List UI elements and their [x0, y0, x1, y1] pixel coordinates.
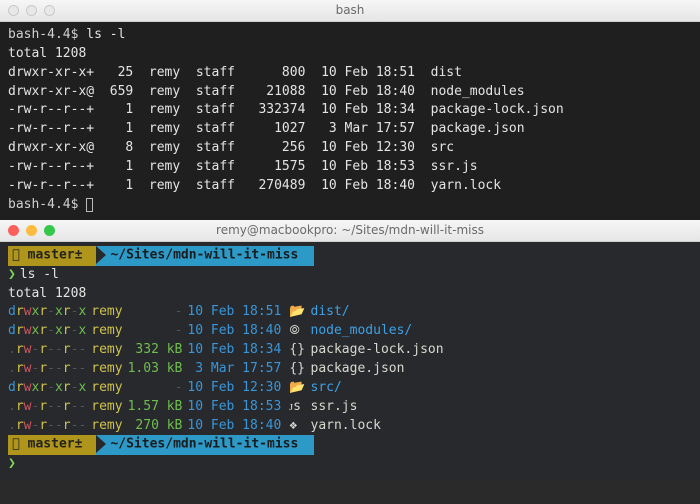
prompt-caret-icon: ❯ [8, 267, 20, 282]
titlebar-top: bash [0, 0, 700, 22]
cursor-icon [86, 198, 93, 212]
permissions: drwxr-xr-x [8, 303, 91, 322]
owner: remy [91, 379, 127, 398]
branch-icon:  [12, 248, 20, 263]
prompt-caret-line: ❯ [8, 455, 692, 474]
close-icon[interactable] [8, 5, 19, 16]
filename: node_modules/ [311, 322, 449, 341]
traffic-lights-bottom [8, 225, 55, 236]
list-row: .rw-r--r--remy 270 kB10 Feb 18:40❖yarn.l… [8, 417, 449, 436]
date: 10 Feb 18:40 [187, 322, 289, 341]
terminal-top[interactable]: bash-4.4$ ls -l total 1208 drwxr-xr-x+ 2… [0, 22, 700, 220]
prompt-line-top: bash-4.4$ ls -l [8, 26, 692, 45]
window-title-bottom: remy@macbookpro: ~/Sites/mdn-will-it-mis… [216, 222, 484, 239]
folder-open-icon: 📂 [289, 379, 310, 398]
prompt-caret-icon: ❯ [8, 456, 20, 471]
list-row: .rw-r--r--remy1.03 kB 3 Mar 17:57{}packa… [8, 360, 449, 379]
list-row: drwxr-xr-xremy-10 Feb 18:40⦾node_modules… [8, 322, 449, 341]
date: 10 Feb 18:40 [187, 417, 289, 436]
minimize-icon[interactable] [26, 225, 37, 236]
permissions: .rw-r--r-- [8, 341, 91, 360]
filename: package-lock.json [311, 341, 449, 360]
size: 1.03 kB [128, 360, 188, 379]
list-row: drwxr-xr-x@ 659 remy staff 21088 10 Feb … [8, 83, 692, 102]
permissions: drwxr-xr-x [8, 322, 91, 341]
filename: yarn.lock [311, 417, 449, 436]
folder-open-icon: 📂 [289, 303, 310, 322]
js-icon: ᴊs [289, 398, 310, 417]
permissions: .rw-r--r-- [8, 417, 91, 436]
branch-segment:  master± [8, 246, 96, 265]
zoom-icon[interactable] [44, 225, 55, 236]
size: 332 kB [128, 341, 188, 360]
total-line-bottom: total 1208 [8, 285, 692, 304]
list-row: drwxr-xr-x@ 8 remy staff 256 10 Feb 12:3… [8, 139, 692, 158]
gear-icon: ⦾ [289, 322, 310, 341]
date: 10 Feb 18:53 [187, 398, 289, 417]
list-row: drwxr-xr-xremy-10 Feb 18:51📂dist/ [8, 303, 449, 322]
close-icon[interactable] [8, 225, 19, 236]
owner: remy [91, 360, 127, 379]
list-row: -rw-r--r--+ 1 remy staff 332374 10 Feb 1… [8, 101, 692, 120]
date: 10 Feb 18:34 [187, 341, 289, 360]
minimize-icon[interactable] [26, 5, 37, 16]
zoom-icon[interactable] [44, 5, 55, 16]
braces-icon: {} [289, 360, 310, 379]
diamond-icon: ❖ [289, 417, 310, 436]
branch-segment:  master± [8, 435, 96, 454]
branch-icon:  [12, 437, 20, 452]
date: 10 Feb 18:51 [187, 303, 289, 322]
date: 3 Mar 17:57 [187, 360, 289, 379]
list-row: -rw-r--r--+ 1 remy staff 1027 3 Mar 17:5… [8, 120, 692, 139]
list-row: drwxr-xr-x+ 25 remy staff 800 10 Feb 18:… [8, 64, 692, 83]
powerline-prompt-2:  master±~/Sites/mdn-will-it-miss [8, 435, 692, 454]
permissions: .rw-r--r-- [8, 360, 91, 379]
powerline-prompt-1:  master±~/Sites/mdn-will-it-miss [8, 246, 692, 265]
braces-icon: {} [289, 341, 310, 360]
filename: package.json [311, 360, 449, 379]
traffic-lights-top [8, 5, 55, 16]
size: 270 kB [128, 417, 188, 436]
owner: remy [91, 417, 127, 436]
owner: remy [91, 398, 127, 417]
list-row: -rw-r--r--+ 1 remy staff 1575 10 Feb 18:… [8, 158, 692, 177]
command-line-bottom: ❯ls -l [8, 266, 692, 285]
permissions: .rw-r--r-- [8, 398, 91, 417]
owner: remy [91, 303, 127, 322]
size: 1.57 kB [128, 398, 188, 417]
size: - [128, 379, 188, 398]
filename: src/ [311, 379, 449, 398]
permissions: drwxr-xr-x [8, 379, 91, 398]
list-row: drwxr-xr-xremy-10 Feb 12:30📂src/ [8, 379, 449, 398]
list-row: .rw-r--r--remy1.57 kB10 Feb 18:53ᴊsssr.j… [8, 398, 449, 417]
prompt-line-top-2: bash-4.4$ [8, 196, 692, 215]
owner: remy [91, 322, 127, 341]
window-basic-bash: bash bash-4.4$ ls -l total 1208 drwxr-xr… [0, 0, 700, 220]
filename: dist/ [311, 303, 449, 322]
filename: ssr.js [311, 398, 449, 417]
path-segment: ~/Sites/mdn-will-it-miss [96, 435, 314, 454]
total-line-top: total 1208 [8, 45, 692, 64]
owner: remy [91, 341, 127, 360]
size: - [128, 322, 188, 341]
terminal-bottom[interactable]:  master±~/Sites/mdn-will-it-miss ❯ls -l… [0, 242, 700, 479]
list-row: -rw-r--r--+ 1 remy staff 270489 10 Feb 1… [8, 177, 692, 196]
window-styled-shell: remy@macbookpro: ~/Sites/mdn-will-it-mis… [0, 220, 700, 479]
size: - [128, 303, 188, 322]
titlebar-bottom: remy@macbookpro: ~/Sites/mdn-will-it-mis… [0, 220, 700, 242]
list-row: .rw-r--r--remy 332 kB10 Feb 18:34{}packa… [8, 341, 449, 360]
window-title-top: bash [336, 2, 365, 19]
date: 10 Feb 12:30 [187, 379, 289, 398]
path-segment: ~/Sites/mdn-will-it-miss [96, 246, 314, 265]
